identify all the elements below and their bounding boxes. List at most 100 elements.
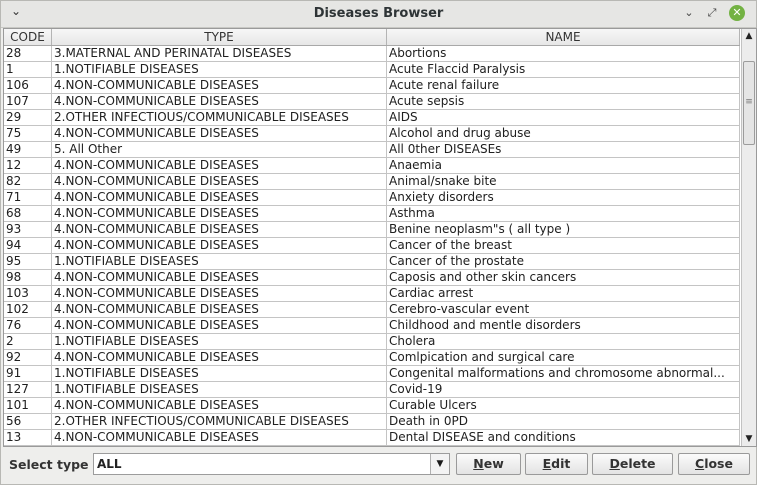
edit-button[interactable]: Edit — [525, 453, 588, 475]
cell-name: Comlpication and surgical care — [387, 350, 740, 365]
table-row[interactable]: 93 4.NON-COMMUNICABLE DISEASES Benine neop… — [4, 222, 740, 238]
cell-type: 4.NON-COMMUNICABLE DISEASES — [52, 94, 387, 109]
cell-name: Cholera — [387, 334, 740, 349]
table-header: CODE TYPE NAME — [4, 29, 740, 46]
cell-name: AIDS — [387, 110, 740, 125]
table-row[interactable]: 1 1.NOTIFIABLE DISEASES Acute Flaccid Para… — [4, 62, 740, 78]
cell-name: Acute sepsis — [387, 94, 740, 109]
chevron-down-icon[interactable]: ▼ — [430, 454, 449, 474]
cell-type: 4.NON-COMMUNICABLE DISEASES — [52, 174, 387, 189]
cell-type: 4.NON-COMMUNICABLE DISEASES — [52, 238, 387, 253]
cell-type: 1.NOTIFIABLE DISEASES — [52, 62, 387, 77]
close-icon[interactable]: ✕ — [729, 5, 745, 21]
cell-name: Anaemia — [387, 158, 740, 173]
select-type-value: ALL — [97, 457, 122, 471]
title-bar: ⌄ Diseases Browser ⌄ ⤢ ✕ — [1, 1, 756, 28]
cell-code: 106 — [4, 78, 52, 93]
cell-type: 1.NOTIFIABLE DISEASES — [52, 334, 387, 349]
diseases-table[interactable]: CODE TYPE NAME 28 3.MATERNAL AND PERINATA… — [3, 28, 757, 447]
cell-type: 1.NOTIFIABLE DISEASES — [52, 382, 387, 397]
cell-type: 4.NON-COMMUNICABLE DISEASES — [52, 270, 387, 285]
close-button[interactable]: Close — [678, 453, 750, 475]
button-label: elete — [619, 456, 656, 471]
cell-type: 3.MATERNAL AND PERINATAL DISEASES — [52, 46, 387, 61]
table-row[interactable]: 56 2.OTHER INFECTIOUS/COMMUNICABLE DISEAS… — [4, 414, 740, 430]
table-row[interactable]: 127 1.NOTIFIABLE DISEASES Covid-19 — [4, 382, 740, 398]
cell-type: 1.NOTIFIABLE DISEASES — [52, 366, 387, 381]
cell-code: 103 — [4, 286, 52, 301]
cell-name: Benine neoplasm"s ( all type ) — [387, 222, 740, 237]
cell-code: 13 — [4, 430, 52, 445]
cell-code: 93 — [4, 222, 52, 237]
cell-name: Caposis and other skin cancers — [387, 270, 740, 285]
cell-code: 107 — [4, 94, 52, 109]
table-row[interactable]: 106 4.NON-COMMUNICABLE DISEASES Acute rena… — [4, 78, 740, 94]
cell-type: 4.NON-COMMUNICABLE DISEASES — [52, 318, 387, 333]
window-title: Diseases Browser — [313, 6, 444, 21]
minimize-icon[interactable]: ⌄ — [681, 5, 697, 21]
table-row[interactable]: 76 4.NON-COMMUNICABLE DISEASES Childhood a… — [4, 318, 740, 334]
cell-name: Cancer of the breast — [387, 238, 740, 253]
cell-name: Alcohol and drug abuse — [387, 126, 740, 141]
table-row[interactable]: 101 4.NON-COMMUNICABLE DISEASES Curable Ul… — [4, 398, 740, 414]
table-row[interactable]: 91 1.NOTIFIABLE DISEASES Congenital malfor… — [4, 366, 740, 382]
table-row[interactable]: 103 4.NON-COMMUNICABLE DISEASES Cardiac ar… — [4, 286, 740, 302]
cell-code: 127 — [4, 382, 52, 397]
table-row[interactable]: 13 4.NON-COMMUNICABLE DISEASES Dental DISE… — [4, 430, 740, 446]
scroll-up-icon[interactable]: ▲ — [742, 29, 756, 43]
cell-type: 4.NON-COMMUNICABLE DISEASES — [52, 398, 387, 413]
cell-code: 102 — [4, 302, 52, 317]
restore-icon[interactable]: ⤢ — [704, 5, 720, 21]
table-row[interactable]: 2 1.NOTIFIABLE DISEASES Cholera — [4, 334, 740, 350]
column-header-type[interactable]: TYPE — [52, 29, 387, 45]
table-row[interactable]: 71 4.NON-COMMUNICABLE DISEASES Anxiety dis… — [4, 190, 740, 206]
column-header-code[interactable]: CODE — [4, 29, 52, 45]
table-row[interactable]: 102 4.NON-COMMUNICABLE DISEASES Cerebro-va… — [4, 302, 740, 318]
scrollbar-thumb[interactable]: ≡ — [743, 61, 755, 145]
cell-name: Curable Ulcers — [387, 398, 740, 413]
select-type-dropdown[interactable]: ALL ▼ — [93, 453, 450, 475]
cell-type: 4.NON-COMMUNICABLE DISEASES — [52, 350, 387, 365]
column-header-name[interactable]: NAME — [387, 29, 740, 45]
cell-type: 4.NON-COMMUNICABLE DISEASES — [52, 158, 387, 173]
cell-code: 49 — [4, 142, 52, 157]
cell-code: 82 — [4, 174, 52, 189]
table-row[interactable]: 95 1.NOTIFIABLE DISEASES Cancer of the pro… — [4, 254, 740, 270]
scroll-down-icon[interactable]: ▼ — [742, 432, 756, 446]
table-row[interactable]: 92 4.NON-COMMUNICABLE DISEASES Comlpicatio… — [4, 350, 740, 366]
table-row[interactable]: 68 4.NON-COMMUNICABLE DISEASES Asthma — [4, 206, 740, 222]
table-row[interactable]: 12 4.NON-COMMUNICABLE DISEASES Anaemia — [4, 158, 740, 174]
cell-code: 91 — [4, 366, 52, 381]
table-row[interactable]: 28 3.MATERNAL AND PERINATAL DISEASES Abort… — [4, 46, 740, 62]
table-row[interactable]: 98 4.NON-COMMUNICABLE DISEASES Caposis and… — [4, 270, 740, 286]
new-button[interactable]: New — [456, 453, 521, 475]
button-label: lose — [704, 456, 733, 471]
cell-name: Cancer of the prostate — [387, 254, 740, 269]
table-row[interactable]: 94 4.NON-COMMUNICABLE DISEASES Cancer of t… — [4, 238, 740, 254]
table-body: 28 3.MATERNAL AND PERINATAL DISEASES Abort… — [4, 46, 740, 446]
cell-code: 56 — [4, 414, 52, 429]
cell-type: 4.NON-COMMUNICABLE DISEASES — [52, 206, 387, 221]
cell-name: All 0ther DISEASEs — [387, 142, 740, 157]
select-type-label: Select type — [9, 457, 89, 472]
vertical-scrollbar[interactable]: ▲ ≡ ▼ — [741, 29, 756, 446]
cell-name: Cerebro-vascular event — [387, 302, 740, 317]
table-row[interactable]: 82 4.NON-COMMUNICABLE DISEASES Animal/snak… — [4, 174, 740, 190]
delete-button[interactable]: Delete — [592, 453, 673, 475]
cell-type: 4.NON-COMMUNICABLE DISEASES — [52, 302, 387, 317]
cell-type: 4.NON-COMMUNICABLE DISEASES — [52, 430, 387, 445]
mnemonic-letter: E — [542, 456, 552, 471]
table-row[interactable]: 29 2.OTHER INFECTIOUS/COMMUNICABLE DISEAS… — [4, 110, 740, 126]
table-row[interactable]: 75 4.NON-COMMUNICABLE DISEASES Alcohol and… — [4, 126, 740, 142]
table-row[interactable]: 49 5. All Other All 0ther DISEASEs — [4, 142, 740, 158]
table-row[interactable]: 107 4.NON-COMMUNICABLE DISEASES Acute seps… — [4, 94, 740, 110]
cell-name: Dental DISEASE and conditions — [387, 430, 740, 445]
cell-name: Asthma — [387, 206, 740, 221]
cell-name: Cardiac arrest — [387, 286, 740, 301]
cell-name: Acute Flaccid Paralysis — [387, 62, 740, 77]
cell-code: 29 — [4, 110, 52, 125]
cell-code: 2 — [4, 334, 52, 349]
cell-code: 28 — [4, 46, 52, 61]
cell-name: Congenital malformations and chromosome … — [387, 366, 740, 381]
mnemonic-letter: D — [609, 456, 620, 471]
